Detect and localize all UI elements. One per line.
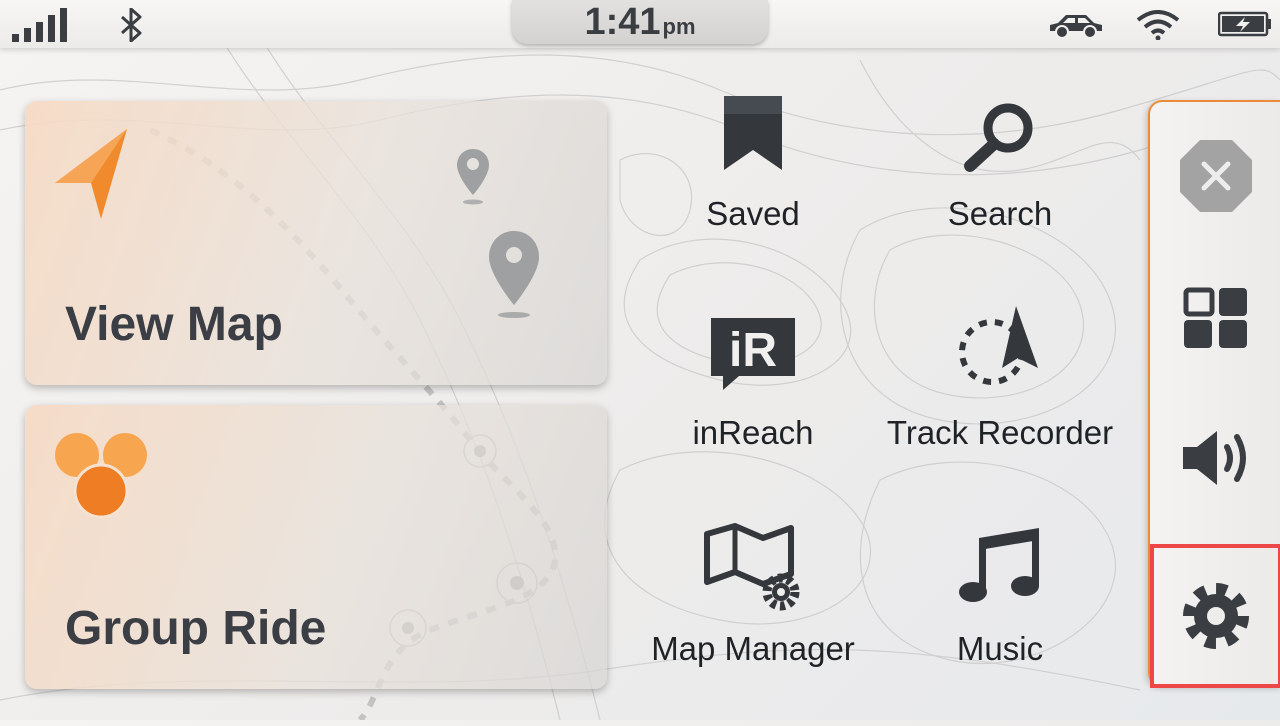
music-label: Music	[956, 630, 1044, 667]
close-button[interactable]	[1150, 116, 1280, 236]
status-bar: 1:41 pm	[0, 0, 1280, 48]
search-button[interactable]: Search	[880, 100, 1120, 300]
inreach-icon: iR	[711, 318, 795, 390]
map-manager-label: Map Manager	[651, 630, 855, 667]
vehicle-icon	[1050, 15, 1102, 39]
map-pin-large-icon	[489, 231, 539, 318]
track-recorder-label: Track Recorder	[886, 414, 1114, 451]
group-ride-label: Group Ride	[65, 602, 327, 655]
apps-grid-icon	[1183, 287, 1247, 348]
battery-charging-icon	[1218, 11, 1271, 37]
close-icon	[1180, 140, 1252, 212]
map-pin-small-icon	[457, 149, 489, 205]
clock-ampm: pm	[662, 14, 696, 39]
apps-grid-button[interactable]	[1150, 258, 1280, 378]
map-manager-icon	[704, 523, 800, 611]
map-manager-button[interactable]: Map Manager	[633, 522, 873, 722]
group-ride-tile[interactable]: Group Ride	[25, 405, 607, 689]
inreach-button[interactable]: iR inReach	[633, 316, 873, 516]
search-label: Search	[947, 195, 1053, 232]
inreach-label: inReach	[692, 414, 814, 451]
inreach-icon-text: iR	[729, 324, 777, 377]
music-button[interactable]: Music	[880, 526, 1120, 726]
volume-icon	[1183, 431, 1246, 485]
view-map-tile[interactable]: View Map	[25, 101, 607, 385]
group-ride-icon	[55, 433, 147, 519]
music-note-icon	[959, 528, 1039, 602]
bluetooth-icon	[121, 8, 142, 42]
magnifier-icon	[964, 103, 1033, 172]
navigation-arrow-icon	[55, 129, 127, 219]
track-recorder-button[interactable]: Track Recorder	[880, 306, 1120, 506]
volume-button[interactable]	[1150, 398, 1280, 518]
saved-label: Saved	[706, 195, 800, 232]
clock: 1:41 pm	[512, 0, 768, 44]
bookmark-icon	[724, 96, 782, 170]
settings-button[interactable]	[1150, 544, 1280, 688]
signal-strength-icon	[12, 8, 67, 42]
quick-access-rail	[1148, 100, 1280, 688]
settings-gear-icon	[1183, 583, 1249, 649]
view-map-label: View Map	[65, 298, 283, 351]
saved-button[interactable]: Saved	[633, 94, 873, 294]
track-recorder-icon	[959, 306, 1038, 385]
clock-time: 1:41	[584, 1, 661, 43]
wifi-icon	[1136, 10, 1180, 40]
